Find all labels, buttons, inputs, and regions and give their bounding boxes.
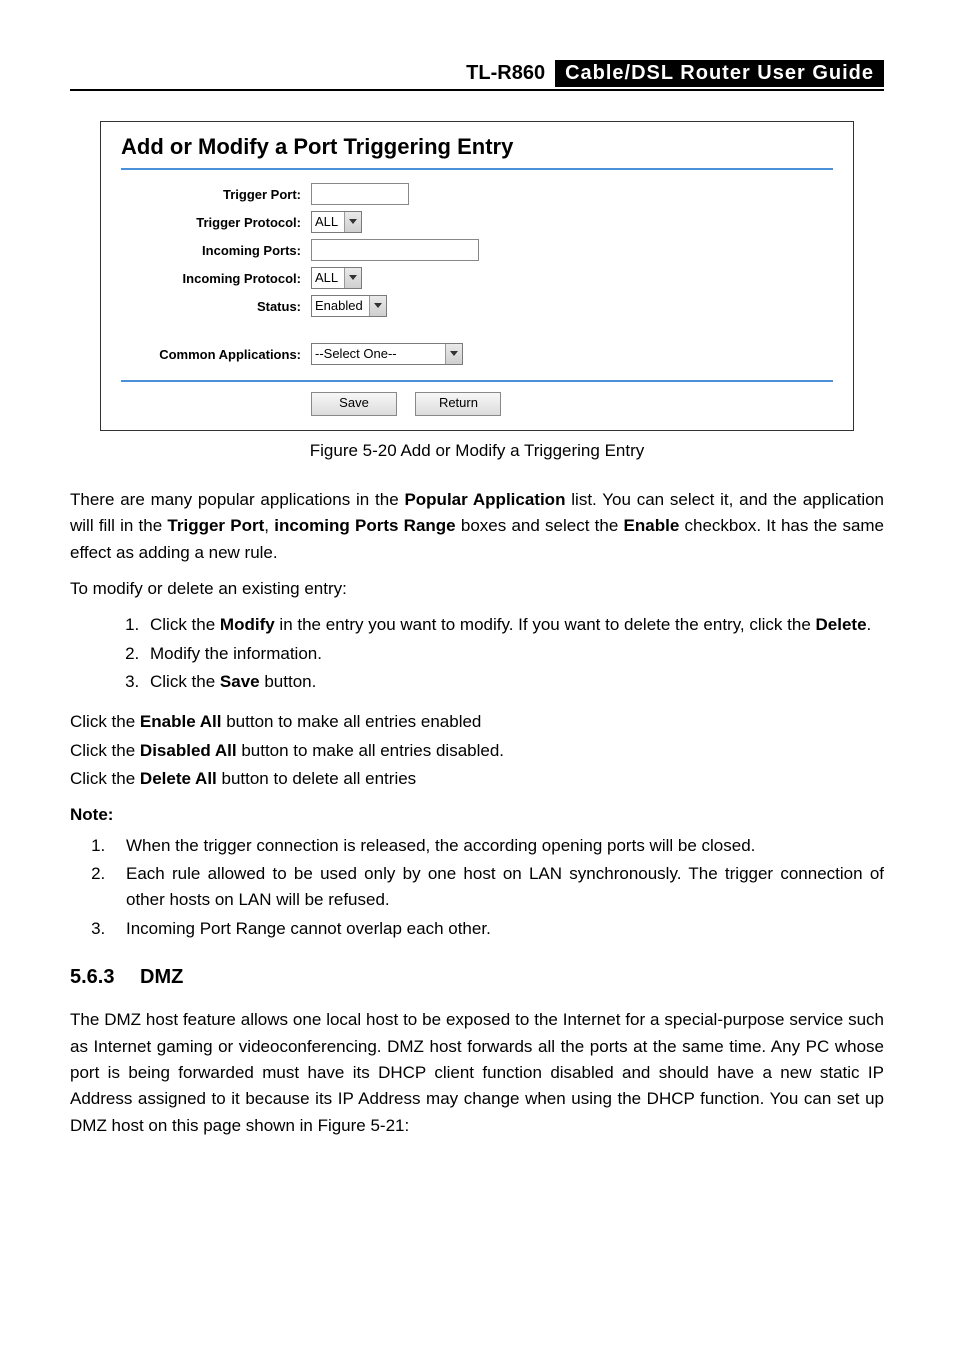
enable-all-line: Click the Enable All button to make all … [70,709,884,735]
chevron-down-icon [344,268,361,288]
notes-list: When the trigger connection is released,… [70,833,884,942]
popular-applications-paragraph: There are many popular applications in t… [70,487,884,566]
modify-intro: To modify or delete an existing entry: [70,576,884,602]
label-trigger-port: Trigger Port: [121,180,311,208]
list-item: Incoming Port Range cannot overlap each … [110,916,884,942]
header-model: TL-R860 [466,62,555,85]
common-apps-select[interactable]: --Select One-- [311,343,463,365]
header-title: Cable/DSL Router User Guide [555,60,884,87]
list-item: Click the Save button. [144,669,884,695]
divider [121,380,833,382]
page-header: TL-R860 Cable/DSL Router User Guide [70,60,884,87]
list-item: Modify the information. [144,641,884,667]
label-incoming-protocol: Incoming Protocol: [121,264,311,292]
router-form-title: Add or Modify a Port Triggering Entry [121,134,833,160]
page: TL-R860 Cable/DSL Router User Guide Add … [0,0,954,1209]
incoming-ports-input[interactable] [311,239,479,261]
incoming-protocol-value: ALL [312,268,344,288]
dmz-paragraph: The DMZ host feature allows one local ho… [70,1007,884,1139]
common-apps-value: --Select One-- [312,344,445,364]
chevron-down-icon [369,296,386,316]
trigger-protocol-value: ALL [312,212,344,232]
body-text: There are many popular applications in t… [70,487,884,1139]
list-item: Each rule allowed to be used only by one… [110,861,884,914]
label-incoming-ports: Incoming Ports: [121,236,311,264]
header-underline [70,89,884,91]
router-screenshot: Add or Modify a Port Triggering Entry Tr… [100,121,854,431]
section-number: 5.6.3 [70,962,140,993]
router-form-box: Add or Modify a Port Triggering Entry Tr… [100,121,854,431]
label-common-apps: Common Applications: [121,340,311,368]
list-item: Click the Modify in the entry you want t… [144,612,884,638]
section-heading-dmz: 5.6.3DMZ [70,962,884,993]
modify-steps-list: Click the Modify in the entry you want t… [70,612,884,695]
status-select[interactable]: Enabled [311,295,387,317]
save-button[interactable]: Save [311,392,397,416]
disable-all-line: Click the Disabled All button to make al… [70,738,884,764]
router-form-table: Trigger Port: Trigger Protocol: ALL [121,180,479,368]
list-item: When the trigger connection is released,… [110,833,884,859]
return-button[interactable]: Return [415,392,501,416]
trigger-port-input[interactable] [311,183,409,205]
status-value: Enabled [312,296,369,316]
section-title: DMZ [140,966,183,988]
chevron-down-icon [445,344,462,364]
trigger-protocol-select[interactable]: ALL [311,211,362,233]
incoming-protocol-select[interactable]: ALL [311,267,362,289]
divider [121,168,833,170]
chevron-down-icon [344,212,361,232]
delete-all-line: Click the Delete All button to delete al… [70,766,884,792]
figure-caption: Figure 5-20 Add or Modify a Triggering E… [70,441,884,461]
label-status: Status: [121,292,311,320]
note-label: Note: [70,802,884,828]
label-trigger-protocol: Trigger Protocol: [121,208,311,236]
